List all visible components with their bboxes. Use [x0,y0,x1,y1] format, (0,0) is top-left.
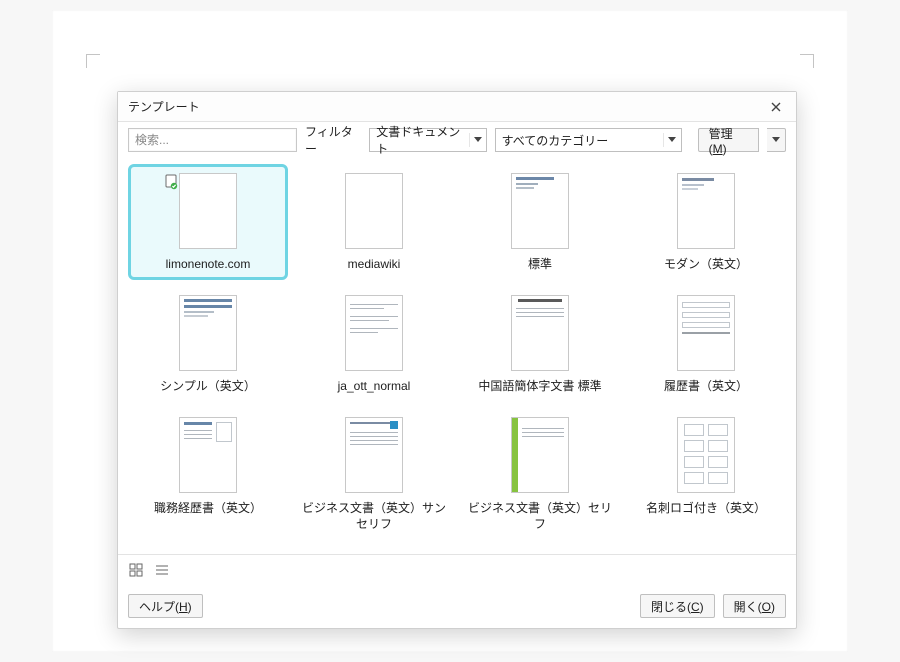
templates-grid: limonenote.com mediawiki 標準 モダン（英文） シンプル（英文）… [128,164,786,539]
template-label: シンプル（英文） [160,379,256,395]
grid-icon [129,563,143,577]
template-thumbnail [345,417,403,493]
list-icon [155,563,169,577]
dialog-footer: ヘルプ(H) 閉じる(C) 開く(O) [118,584,796,628]
template-label: 中国語簡体字文書 標準 [478,379,601,395]
template-label: ビジネス文書（英文）サンセリフ [301,501,447,532]
dialog-toolbar: フィルター 文書ドキュメント すべてのカテゴリー 管理(M) [118,122,796,158]
template-thumbnail [179,417,237,493]
view-toolbar [118,554,796,584]
template-thumbnail [677,173,735,249]
template-label: 標準 [528,257,552,273]
thumbnail-view-button[interactable] [128,562,144,578]
template-thumbnail [345,295,403,371]
template-label: 名刺ロゴ付き（英文） [646,501,766,517]
template-label: limonenote.com [166,257,251,273]
template-item[interactable]: 履歴書（英文） [626,286,786,402]
close-button[interactable] [766,97,786,117]
template-label: ja_ott_normal [338,379,411,395]
search-input[interactable] [128,128,297,152]
template-label: 履歴書（英文） [664,379,748,395]
template-item[interactable]: mediawiki [294,164,454,280]
template-thumbnail [179,295,237,371]
close-icon [771,102,781,112]
category-value: すべてのカテゴリー [502,132,609,149]
template-thumbnail [511,173,569,249]
doc-type-select[interactable]: 文書ドキュメント [369,128,486,152]
default-template-badge-icon [164,174,178,190]
manage-label: 管理(M) [709,125,749,156]
manage-menu-toggle[interactable] [767,128,786,152]
chevron-down-icon [469,133,482,147]
template-label: ビジネス文書（英文）セリフ [467,501,613,532]
template-thumbnail [677,295,735,371]
template-item[interactable]: ビジネス文書（英文）セリフ [460,408,620,539]
templates-dialog: テンプレート フィルター 文書ドキュメント すべてのカテゴリー 管理(M) li… [117,91,797,629]
template-item[interactable]: ビジネス文書（英文）サンセリフ [294,408,454,539]
category-select[interactable]: すべてのカテゴリー [495,128,682,152]
template-item[interactable]: モダン（英文） [626,164,786,280]
template-thumbnail [511,295,569,371]
template-label: mediawiki [348,257,401,273]
template-thumbnail [179,173,237,249]
open-button[interactable]: 開く(O) [723,594,786,618]
template-item[interactable]: limonenote.com [128,164,288,280]
template-item[interactable]: 標準 [460,164,620,280]
template-label: 職務経歴書（英文） [154,501,262,517]
chevron-down-icon [772,137,780,143]
crop-mark-top-right [800,54,814,68]
template-item[interactable]: シンプル（英文） [128,286,288,402]
filter-label: フィルター [305,123,361,157]
template-item[interactable]: 名刺ロゴ付き（英文） [626,408,786,539]
template-item[interactable]: 職務経歴書（英文） [128,408,288,539]
close-dialog-button[interactable]: 閉じる(C) [640,594,715,618]
template-item[interactable]: 中国語簡体字文書 標準 [460,286,620,402]
help-button[interactable]: ヘルプ(H) [128,594,203,618]
template-thumbnail [511,417,569,493]
chevron-down-icon [663,133,677,147]
crop-mark-top-left [86,54,100,68]
template-thumbnail [345,173,403,249]
manage-button[interactable]: 管理(M) [698,128,760,152]
template-label: モダン（英文） [664,257,748,273]
dialog-title: テンプレート [128,98,200,115]
template-thumbnail [677,417,735,493]
template-item[interactable]: ja_ott_normal [294,286,454,402]
dialog-titlebar: テンプレート [118,92,796,122]
list-view-button[interactable] [154,562,170,578]
templates-content: limonenote.com mediawiki 標準 モダン（英文） シンプル（英文）… [118,158,796,554]
doc-type-value: 文書ドキュメント [376,123,462,157]
